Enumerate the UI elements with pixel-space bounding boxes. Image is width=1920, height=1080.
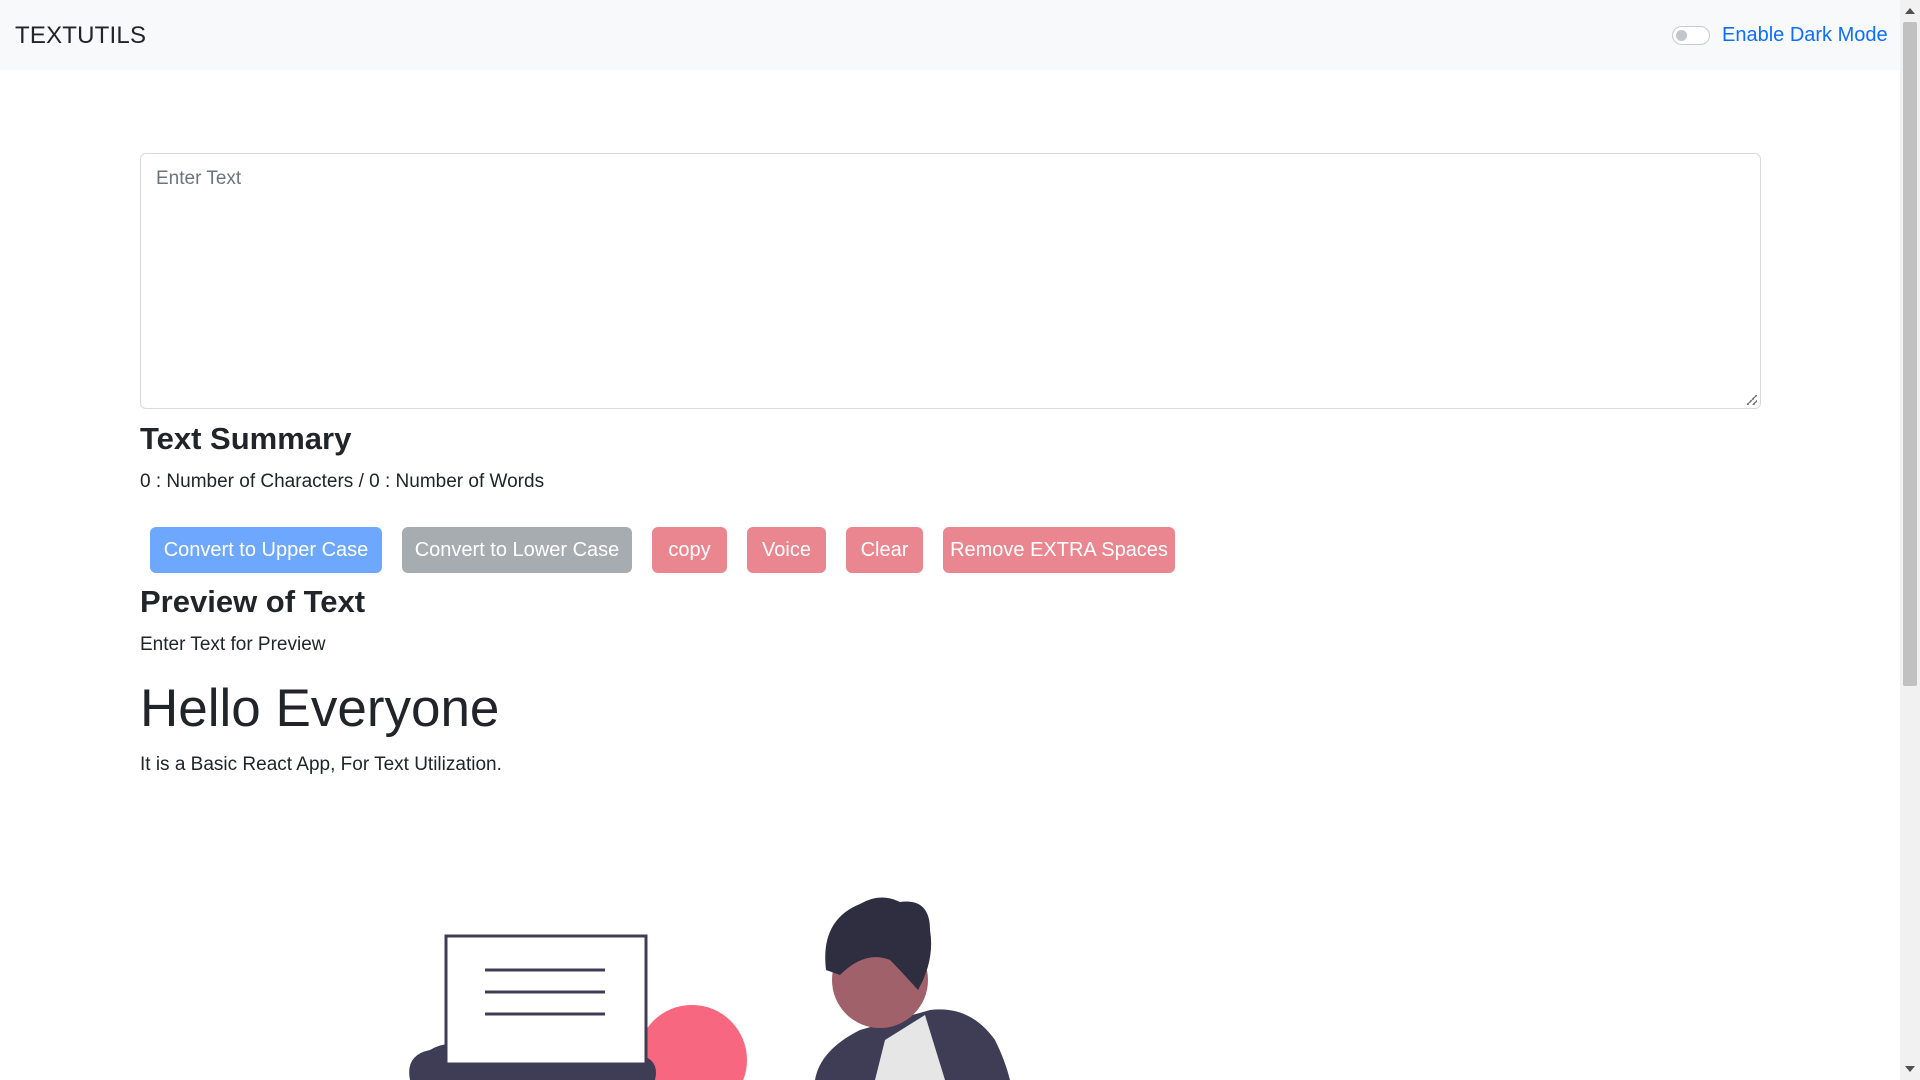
- paper-sheet-shape: [444, 934, 648, 1066]
- voice-button[interactable]: Voice: [747, 527, 826, 573]
- clear-button[interactable]: Clear: [846, 527, 923, 573]
- preview-text: Enter Text for Preview: [140, 634, 326, 655]
- copy-button[interactable]: copy: [652, 527, 727, 573]
- dark-mode-label[interactable]: Enable Dark Mode: [1722, 24, 1888, 47]
- resize-handle-icon[interactable]: [1747, 395, 1757, 405]
- hero-title: Hello Everyone: [140, 679, 500, 738]
- preview-heading: Preview of Text: [140, 584, 366, 619]
- text-input-placeholder: Enter Text: [156, 168, 242, 189]
- toggle-knob-icon: [1676, 30, 1687, 41]
- scroll-up-arrow-icon[interactable]: [1905, 8, 1915, 14]
- hero-subtitle: It is a Basic React App, For Text Utiliz…: [140, 754, 502, 775]
- convert-upper-button[interactable]: Convert to Upper Case: [150, 527, 382, 573]
- typewriter-person-illustration: [409, 897, 1010, 1080]
- dark-mode-toggle[interactable]: [1672, 26, 1710, 45]
- convert-lower-button[interactable]: Convert to Lower Case: [402, 527, 632, 573]
- text-input-area[interactable]: Enter Text: [140, 153, 1761, 409]
- text-summary-counts: 0 : Number of Characters / 0 : Number of…: [140, 471, 545, 492]
- brand-logo[interactable]: TEXTUTILS: [15, 22, 146, 50]
- scrollbar-thumb[interactable]: [1903, 22, 1917, 686]
- navbar: TEXTUTILS Enable Dark Mode: [0, 0, 1900, 70]
- vertical-scrollbar[interactable]: [1900, 0, 1920, 1080]
- scroll-down-arrow-icon[interactable]: [1905, 1066, 1915, 1072]
- remove-extra-spaces-button[interactable]: Remove EXTRA Spaces: [943, 527, 1175, 573]
- text-summary-heading: Text Summary: [140, 421, 352, 456]
